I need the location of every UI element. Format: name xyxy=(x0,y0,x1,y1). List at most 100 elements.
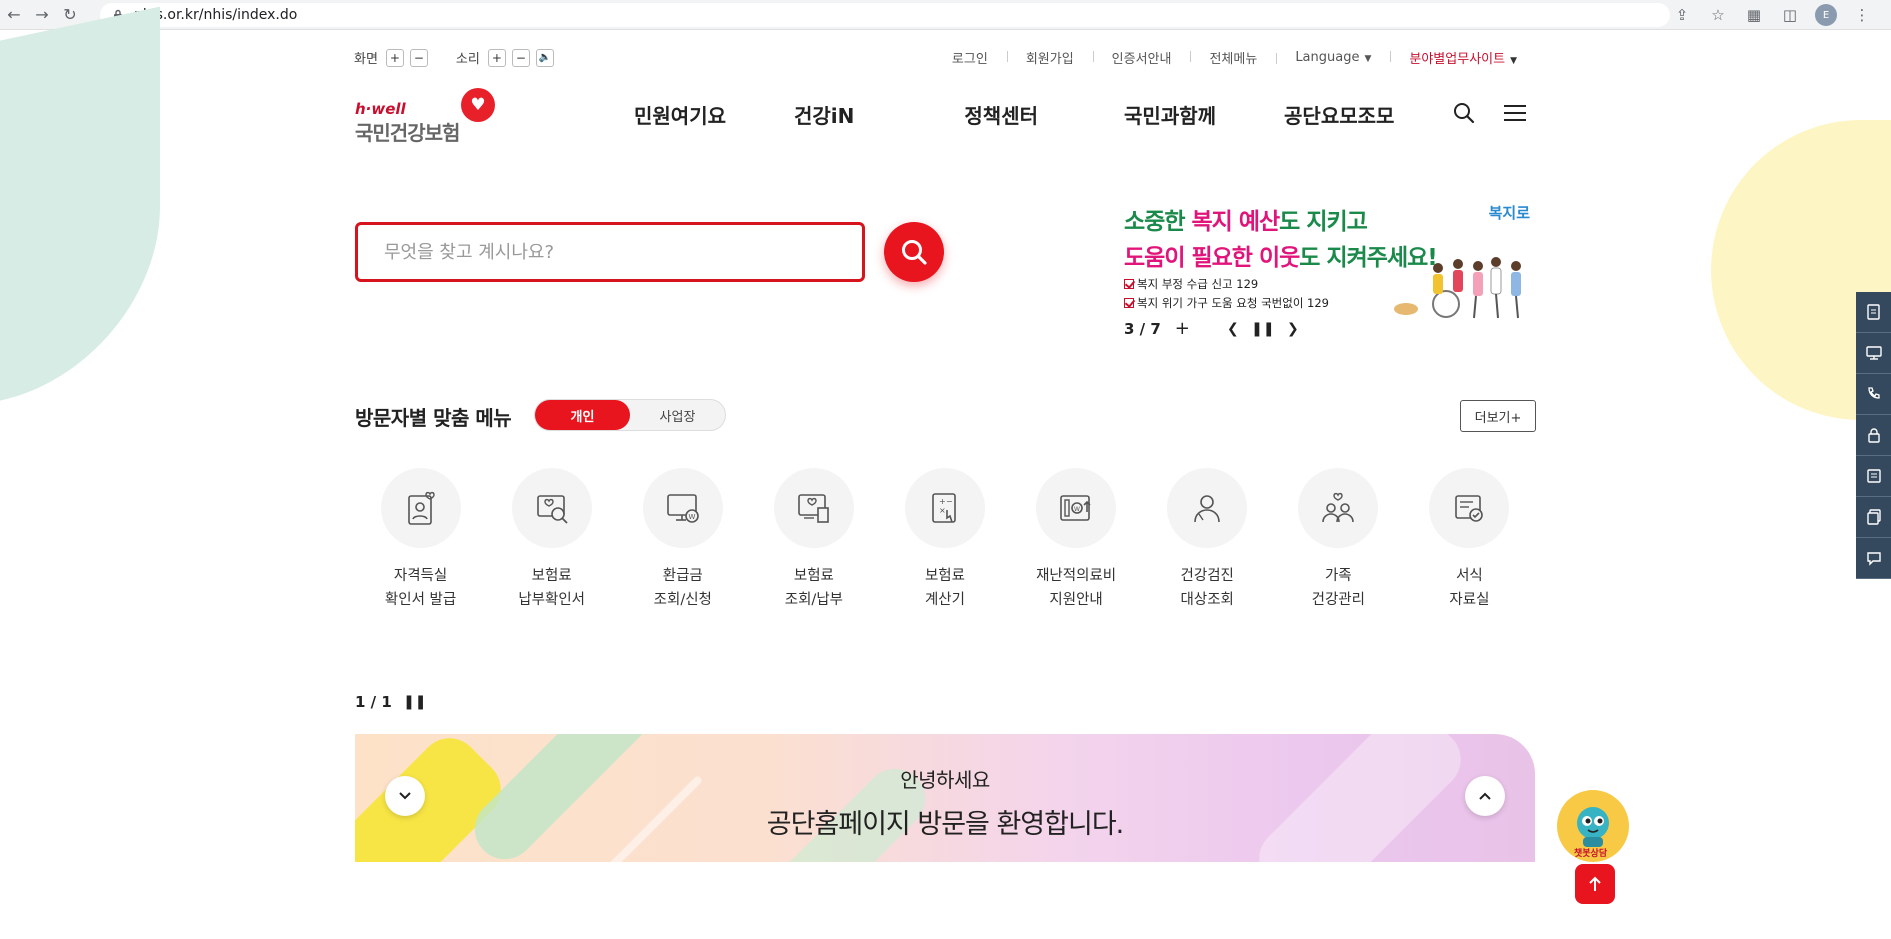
decor-blob-left xyxy=(0,6,160,414)
menu-item-eligibility[interactable]: 자격득실 확인서 발급 xyxy=(355,468,486,612)
banner-headline-1: 소중한 복지 예산도 지키고 xyxy=(1124,209,1368,235)
zoom-out-button[interactable]: − xyxy=(409,48,428,67)
chevron-right-icon[interactable]: ❯ xyxy=(1284,320,1302,338)
menu-label: 보험료 조회/납부 xyxy=(784,568,843,608)
search-doc-icon xyxy=(536,495,568,524)
tab-personal[interactable]: 개인 xyxy=(535,400,630,430)
svg-text:−: − xyxy=(946,497,953,506)
caret-down-icon: ▼ xyxy=(1510,56,1517,66)
browser-toolbar: ← → ↻ nhis.or.kr/nhis/index.do ⇪ ☆ ▦ ◫ E… xyxy=(0,0,1891,30)
address-bar[interactable]: nhis.or.kr/nhis/index.do xyxy=(100,3,1670,27)
menu-label: 건강검진 대상조회 xyxy=(1180,568,1234,608)
language-dropdown[interactable]: Language ▼ xyxy=(1276,50,1390,65)
monitor-won-icon: W xyxy=(666,494,699,523)
menu-item-forms[interactable]: 서식 자료실 xyxy=(1404,468,1535,612)
menu-label: 서식 자료실 xyxy=(1449,568,1490,608)
welcome-greeting: 안녕하세요 xyxy=(900,768,990,792)
search-input[interactable] xyxy=(384,241,862,263)
back-icon[interactable]: ← xyxy=(0,1,28,29)
quick-monitor-icon[interactable] xyxy=(1856,333,1891,374)
site-logo[interactable]: h·well 국민건강보험 ♥ xyxy=(355,88,495,145)
banner-controls: 3 / 7 + ❮ ❚❚ ❯ xyxy=(1124,318,1302,339)
menu-item-premium-pay[interactable]: 보험료 조회/납부 xyxy=(748,468,879,612)
chevron-left-icon[interactable]: ❮ xyxy=(1224,320,1242,338)
nav-policy-center[interactable]: 정책센터 xyxy=(964,100,1038,129)
pause-icon[interactable]: ❚❚ xyxy=(1251,320,1274,338)
logo-tagline: h·well xyxy=(355,100,406,118)
quick-list-icon[interactable] xyxy=(1856,456,1891,497)
volume-down-button[interactable]: − xyxy=(511,48,530,67)
star-icon[interactable]: ☆ xyxy=(1707,4,1729,26)
caret-down-icon: ▼ xyxy=(1364,54,1372,64)
menu-item-premium-calculator[interactable]: + − × 보험료 계산기 xyxy=(879,468,1010,612)
extensions-icon[interactable]: ▦ xyxy=(1743,4,1765,26)
hamburger-menu-icon[interactable] xyxy=(1502,100,1528,126)
pause-icon[interactable]: ❚❚ xyxy=(403,693,426,711)
menu-pager: 1 / 1 ❚❚ xyxy=(355,693,427,711)
quick-side-bar xyxy=(1856,292,1891,579)
speaker-icon[interactable]: 🔈 xyxy=(535,48,554,67)
expand-button[interactable] xyxy=(385,776,425,816)
volume-up-button[interactable]: + xyxy=(487,48,506,67)
quick-menu-list: 자격득실 확인서 발급 보험료 납부확인서 W 환급금 조회/신청 보험료 조회/납부 … xyxy=(355,468,1535,612)
quick-lock-icon[interactable] xyxy=(1856,415,1891,456)
chevron-up-icon xyxy=(1479,792,1491,800)
menu-item-health-checkup[interactable]: 건강검진 대상조회 xyxy=(1142,468,1273,612)
menu-item-payment-confirm[interactable]: 보험료 납부확인서 xyxy=(486,468,617,612)
accessibility-controls: 화면 + − 소리 + − 🔈 xyxy=(354,48,560,67)
profile-avatar[interactable]: E xyxy=(1815,4,1837,26)
arrow-up-icon xyxy=(1589,876,1601,891)
quick-copy-icon[interactable] xyxy=(1856,497,1891,538)
search-button[interactable] xyxy=(884,222,944,282)
zoom-in-button[interactable]: + xyxy=(385,48,404,67)
menu-item-family-health[interactable]: 가족 건강관리 xyxy=(1273,468,1404,612)
svg-text:×: × xyxy=(939,506,946,515)
search-field xyxy=(355,222,865,282)
id-card-icon xyxy=(407,491,435,525)
main-navigation: 민원여기요 건강iN 정책센터 국민과함께 공단요모조모 xyxy=(634,100,1394,129)
quick-chat-icon[interactable] xyxy=(1856,538,1891,579)
forward-icon[interactable]: → xyxy=(28,1,56,29)
visitor-type-toggle: 개인 사업장 xyxy=(534,399,726,431)
visitor-menu-title: 방문자별 맞춤 메뉴 xyxy=(355,406,512,430)
business-sites-dropdown[interactable]: 분야별업무사이트 ▼ xyxy=(1390,48,1536,67)
business-sites-label: 분야별업무사이트 xyxy=(1409,52,1506,67)
sound-label: 소리 xyxy=(455,52,480,67)
header-search-icon[interactable] xyxy=(1451,100,1477,126)
share-icon[interactable]: ⇪ xyxy=(1671,4,1693,26)
menu-label: 환급금 조회/신청 xyxy=(653,568,712,608)
menu-item-disaster-medical[interactable]: W 재난적의료비 지원안내 xyxy=(1011,468,1142,612)
search-icon xyxy=(902,240,927,265)
wallet-icon: W xyxy=(1060,495,1091,521)
form-doc-icon xyxy=(1455,495,1484,522)
promo-banner[interactable]: 소중한 복지 예산도 지키고 도움이 필요한 이웃도 지켜주세요! 복지 부정 … xyxy=(1124,202,1536,322)
calculator-icon: + −× xyxy=(932,493,956,523)
tab-business[interactable]: 사업장 xyxy=(630,400,725,430)
banner-more-button[interactable]: + xyxy=(1175,318,1190,339)
family-icon xyxy=(1322,492,1355,523)
login-link[interactable]: 로그인 xyxy=(933,48,1007,67)
scroll-top-button[interactable] xyxy=(1575,864,1615,904)
sidepanel-icon[interactable]: ◫ xyxy=(1779,4,1801,26)
receipt-icon xyxy=(798,494,829,523)
menu-item-refund[interactable]: W 환급금 조회/신청 xyxy=(617,468,748,612)
menu-label: 보험료 계산기 xyxy=(924,568,965,608)
more-button[interactable]: 더보기+ xyxy=(1460,400,1536,432)
quick-phone-icon[interactable] xyxy=(1856,374,1891,415)
check-icon xyxy=(1124,279,1134,289)
sitemap-link[interactable]: 전체메뉴 xyxy=(1190,48,1276,67)
bokjiro-logo: 복지로 xyxy=(1488,204,1530,222)
more-vert-icon[interactable]: ⋮ xyxy=(1851,4,1873,26)
people-illustration xyxy=(1394,257,1521,319)
menu-label: 보험료 납부확인서 xyxy=(518,568,586,608)
nav-health-in[interactable]: 건강iN xyxy=(794,100,854,129)
quick-document-icon[interactable] xyxy=(1856,292,1891,333)
collapse-button[interactable] xyxy=(1465,776,1505,816)
welcome-message: 공단홈페이지 방문을 환영합니다. xyxy=(766,809,1125,840)
welcome-banner: 안녕하세요 공단홈페이지 방문을 환영합니다. xyxy=(355,734,1535,862)
signup-link[interactable]: 회원가입 xyxy=(1006,48,1093,67)
certificate-link[interactable]: 인증서안내 xyxy=(1092,48,1191,67)
nav-civil-service[interactable]: 민원여기요 xyxy=(634,100,726,129)
nav-with-public[interactable]: 국민과함께 xyxy=(1124,100,1216,129)
nav-about[interactable]: 공단요모조모 xyxy=(1284,100,1394,129)
